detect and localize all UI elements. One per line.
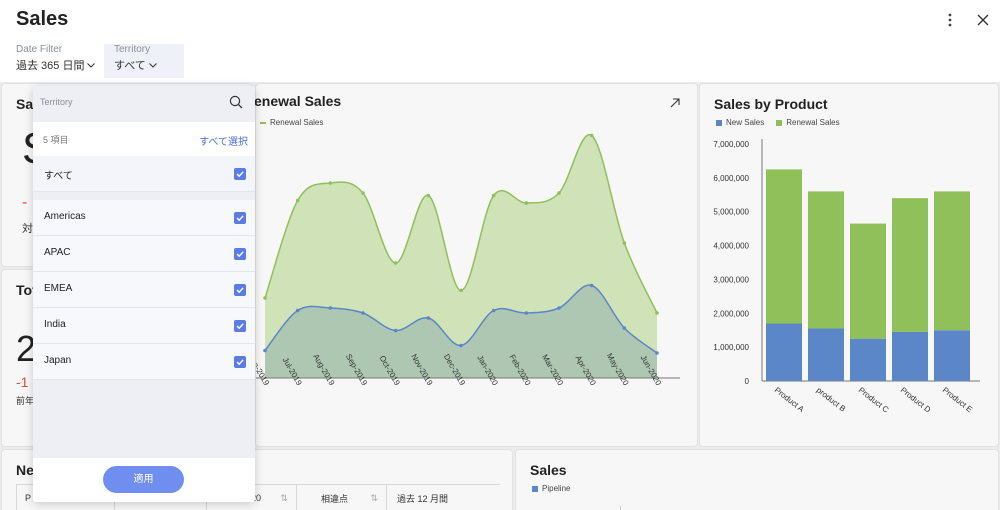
card-title: Sales (530, 462, 567, 478)
data-point (393, 261, 398, 265)
x-tick-label: Product E (941, 385, 974, 414)
data-point (361, 311, 365, 315)
x-tick-label: Product D (899, 385, 933, 414)
renewal-area-chart: Jun-2019 Jul-2019 Aug-2019 Sep-2019 Oct-2019… (256, 133, 680, 387)
data-point (589, 133, 594, 138)
sales-by-product-card[interactable]: Sales by Product New Sales Renewal Sales… (700, 84, 998, 446)
chart-axis (620, 506, 621, 510)
checkbox-checked-icon[interactable] (234, 356, 246, 368)
data-point (491, 193, 496, 198)
y-tick-label: 4,000,000 (713, 242, 749, 251)
renewal-sales-card[interactable]: enewal Sales Renewal Sales Jun-2019 Jul-2… (254, 84, 697, 446)
kpi-subtext: 対 (22, 223, 33, 235)
column-header[interactable]: 相違点 ⇅ (297, 485, 387, 510)
more-vertical-icon[interactable] (940, 10, 960, 30)
bar (892, 198, 928, 332)
data-point (459, 343, 463, 348)
pipeline-sales-card[interactable]: Sales Pipeline (516, 450, 998, 510)
data-point (295, 308, 300, 313)
date-filter[interactable]: Date Filter 過去 365 日間 (16, 44, 96, 73)
data-point (361, 191, 365, 195)
date-filter-label: Date Filter (16, 44, 63, 55)
sales-by-product-bar-chart: 7,000,000 6,000,000 5,000,000 4,000,000 3,00… (713, 139, 980, 415)
bar (934, 330, 970, 381)
checkbox-checked-icon[interactable] (234, 284, 246, 296)
y-tick-label: 7,000,000 (713, 140, 749, 149)
option-item[interactable]: Japan (33, 344, 255, 380)
bar (892, 331, 928, 381)
option-item[interactable]: EMEA (33, 272, 255, 308)
bar (766, 323, 802, 381)
sort-icon[interactable]: ⇅ (370, 493, 378, 504)
checkbox-checked-icon[interactable] (234, 320, 246, 332)
data-point (524, 311, 529, 315)
apply-button[interactable]: 適用 (103, 466, 184, 493)
data-point (655, 311, 659, 315)
data-point (328, 181, 333, 185)
date-filter-value: 過去 365 日間 (16, 60, 85, 72)
data-point (524, 201, 529, 205)
data-point (263, 296, 267, 300)
data-point (328, 306, 333, 310)
data-point (426, 193, 431, 198)
y-tick-label: 0 (745, 377, 750, 386)
x-tick-label: Product A (773, 385, 806, 414)
y-tick-label: 3,000,000 (713, 275, 749, 284)
data-point (459, 288, 463, 293)
x-tick-label: product B (815, 385, 848, 413)
option-item[interactable]: India (33, 308, 255, 344)
kpi-subtext: 前年 (16, 396, 35, 406)
kpi-delta: - (22, 194, 28, 211)
data-point (426, 316, 431, 320)
header-bar: Sales Date Filter 過去 365 日間 Territory すべ… (0, 0, 1000, 82)
data-point (557, 191, 561, 195)
kpi-delta: -1 (16, 374, 29, 390)
data-point (622, 326, 627, 330)
bar (808, 191, 844, 329)
legend-item: Pipeline (532, 484, 570, 493)
y-tick-label: 2,000,000 (713, 309, 749, 318)
x-tick-label: Product C (857, 385, 891, 414)
territory-dropdown: Territory 5 項目 すべて選択 すべて Americas APAC E… (33, 86, 255, 502)
option-item[interactable]: APAC (33, 236, 255, 272)
y-tick-label: 1,000,000 (713, 343, 749, 352)
territory-filter-value: すべて (114, 60, 146, 72)
checkbox-checked-icon[interactable] (234, 168, 246, 180)
territory-filter-label: Territory (114, 44, 151, 55)
chevron-down-icon (148, 62, 157, 68)
bar (850, 223, 886, 339)
data-point (491, 308, 496, 313)
kpi-card-title: Sa (16, 96, 34, 112)
data-point (295, 198, 300, 203)
card-title: Ne (16, 462, 34, 478)
chart-legend: Pipeline (532, 484, 570, 493)
data-point (393, 328, 398, 333)
column-header[interactable]: 過去 12 月間 (387, 485, 501, 510)
option-item[interactable]: Americas (33, 200, 255, 236)
search-icon[interactable] (229, 95, 245, 111)
data-point (263, 348, 267, 353)
bar (850, 338, 886, 381)
data-point (655, 351, 659, 355)
data-point (589, 283, 594, 288)
territory-filter[interactable]: Territory すべて (104, 44, 184, 78)
option-all[interactable]: すべて (33, 156, 255, 192)
checkbox-checked-icon[interactable] (234, 212, 246, 224)
data-point (557, 306, 561, 310)
item-count: 5 項目 (43, 135, 69, 145)
chevron-down-icon (87, 62, 96, 68)
data-point (622, 241, 627, 245)
bar (934, 191, 970, 331)
select-all-link[interactable]: すべて選択 (199, 133, 248, 148)
page-title: Sales (16, 8, 69, 30)
bar (766, 169, 802, 324)
checkbox-checked-icon[interactable] (234, 248, 246, 260)
y-tick-label: 6,000,000 (713, 174, 749, 183)
bar (808, 328, 844, 381)
dropdown-title: Territory (40, 97, 73, 107)
y-tick-label: 5,000,000 (713, 208, 749, 217)
sort-icon[interactable]: ⇅ (280, 493, 288, 504)
close-icon[interactable] (973, 10, 993, 30)
